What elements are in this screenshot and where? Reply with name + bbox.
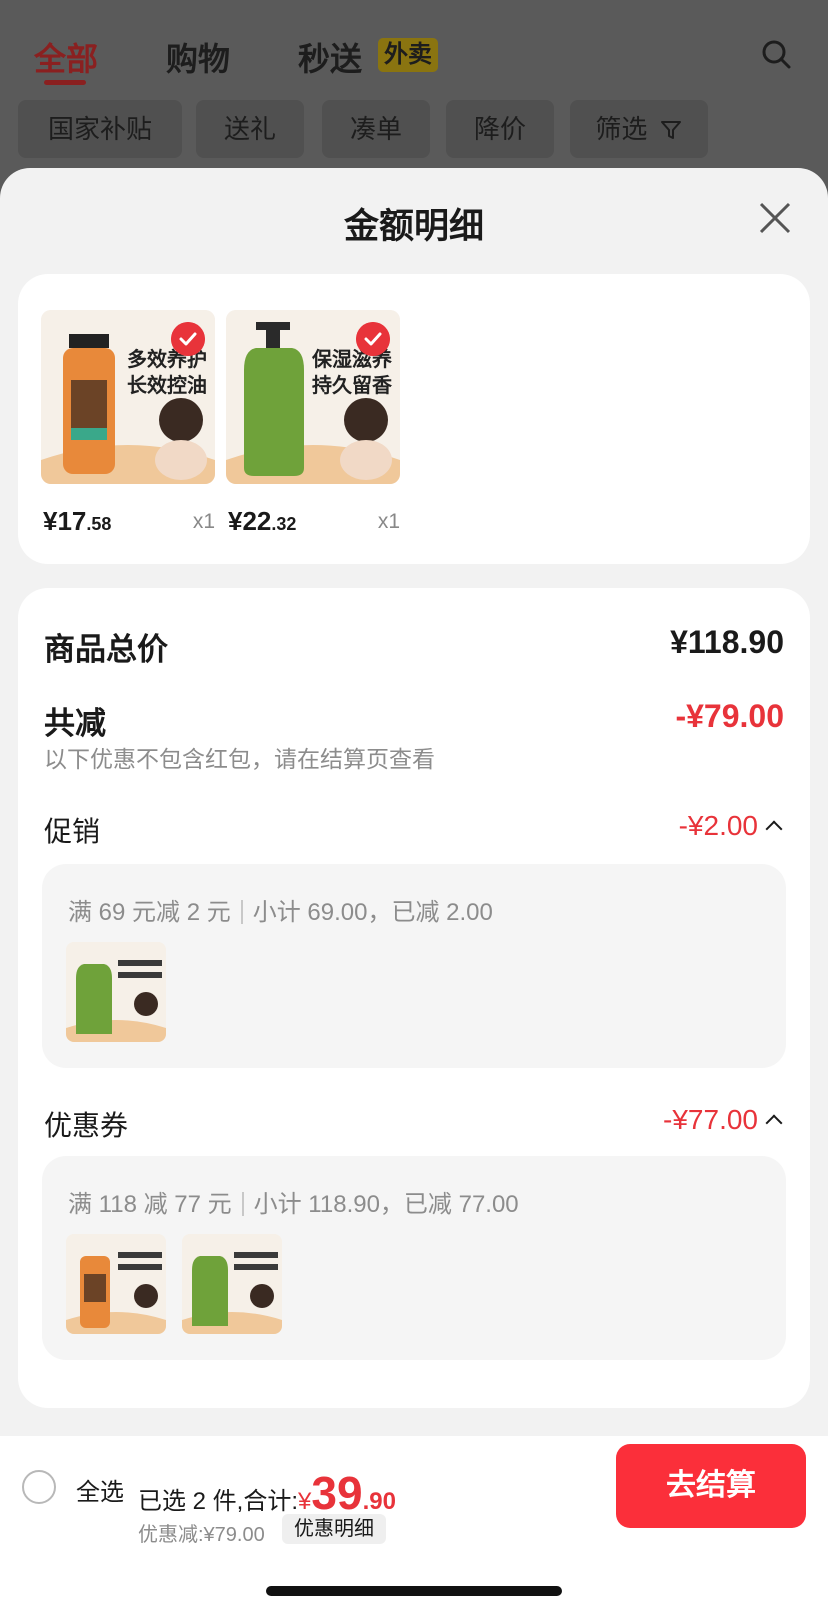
select-all-checkbox[interactable] [22,1470,56,1504]
product-image: 多效养护 长效控油 [41,310,215,484]
promo-product-thumb [66,942,166,1042]
chip-filter-label: 筛选 [595,114,648,144]
check-icon [356,322,390,356]
discount-note: 以下优惠不包含红包，请在结算页查看 [44,746,435,772]
coupon-detail-box: 满 118 减 77 元小计 118.90，已减 77.00 [42,1156,786,1360]
total-price-value: ¥118.90 [670,624,784,660]
promo-rule-line: 满 69 元减 2 元小计 69.00，已减 2.00 [68,899,493,926]
tab-shopping[interactable]: 购物 [166,34,230,80]
coupon-value: -¥77.00 [663,1104,758,1135]
product-quantity: x1 [377,510,400,533]
sheet-title: 金额明细 [343,207,484,246]
total-price-label: 商品总价 [44,632,168,667]
product-image-caption: 多效养护 长效控油 [127,347,207,397]
chip-price-drop[interactable]: 降价 [446,100,554,158]
coupon-label: 优惠券 [44,1110,129,1141]
total-reduce-label: 共减 [44,706,106,741]
chip-bundle[interactable]: 凑单 [322,100,430,158]
filter-chips: 国家补贴 送礼 凑单 降价 筛选 [0,100,828,170]
close-icon[interactable] [755,198,795,238]
discount-amount: 优惠减:¥79.00 [138,1524,265,1546]
product-image-caption: 保湿滋养 持久留香 [312,347,392,397]
checkout-bar: 全选 已选 2 件,合计:¥39.90 优惠减:¥79.00 优惠明细 去结算 [0,1436,828,1606]
order-summary: 已选 2 件,合计:¥39.90 [138,1467,396,1519]
product-price: ¥17.58 [43,506,112,536]
product-image: 保湿滋养 持久留香 [226,310,400,484]
takeout-badge: 外卖 [378,38,438,72]
tab-instant-delivery[interactable]: 秒送 [298,34,362,80]
search-icon[interactable] [760,38,792,70]
top-tab-bar: 全部 购物 秒送 外卖 [0,0,828,100]
amount-detail-sheet: 金额明细 多效养护 长效控油 ¥17.58 x1 保湿滋养 持久留香 ¥22.3… [0,168,828,1440]
chip-gift[interactable]: 送礼 [196,100,304,158]
coupon-product-thumb [182,1234,282,1334]
chip-filter[interactable]: 筛选 [570,100,708,158]
checkout-button[interactable]: 去结算 [616,1444,806,1528]
selected-products-card: 多效养护 长效控油 ¥17.58 x1 保湿滋养 持久留香 ¥22.32 x1 [18,274,810,564]
chevron-up-icon [765,1114,783,1132]
coupon-product-thumb [66,1234,166,1334]
chevron-up-icon [765,820,783,838]
promo-value: -¥2.00 [678,810,758,841]
home-indicator [266,1586,562,1596]
coupon-rule-line: 满 118 减 77 元小计 118.90，已减 77.00 [68,1191,519,1218]
tab-active-indicator [44,80,86,85]
product-item[interactable]: 保湿滋养 持久留香 ¥22.32 x1 [226,310,400,546]
tab-all[interactable]: 全部 [34,34,98,80]
filter-icon [660,121,681,139]
discount-detail-button[interactable]: 优惠明细 [282,1514,386,1544]
product-quantity: x1 [192,510,215,533]
product-price: ¥22.32 [228,506,297,536]
coupon-toggle[interactable]: -¥77.00 [663,1104,783,1136]
promo-detail-box: 满 69 元减 2 元小计 69.00，已减 2.00 [42,864,786,1068]
product-item[interactable]: 多效养护 长效控油 ¥17.58 x1 [41,310,215,546]
total-reduce-value: -¥79.00 [675,698,784,734]
shampoo-bottle-image [182,1234,282,1334]
promo-toggle[interactable]: -¥2.00 [678,810,783,842]
shampoo-bottle-image [66,1234,166,1334]
promo-label: 促销 [44,816,101,847]
select-all-label[interactable]: 全选 [76,1472,124,1507]
amount-detail-card: 商品总价 ¥118.90 共减 -¥79.00 以下优惠不包含红包，请在结算页查… [18,588,810,1408]
check-icon [171,322,205,356]
shampoo-bottle-image [66,942,166,1042]
chip-national-subsidy[interactable]: 国家补贴 [18,100,182,158]
